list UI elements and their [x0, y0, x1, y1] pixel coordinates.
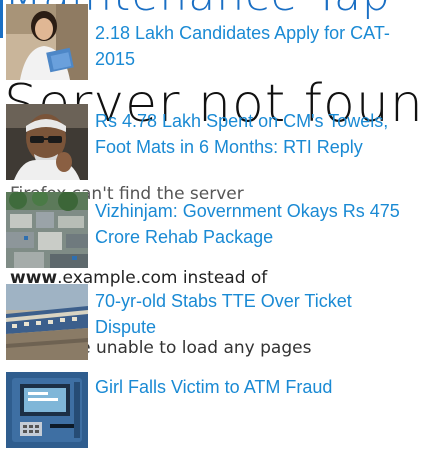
- news-item-atm-fraud[interactable]: Girl Falls Victim to ATM Fraud: [6, 372, 424, 450]
- coastal-village-photo-icon[interactable]: [6, 192, 88, 268]
- news-item-tte-stabbing[interactable]: 70-yr-old Stabs TTE Over Ticket Dispute: [6, 284, 424, 362]
- atm-photo-icon[interactable]: [6, 372, 88, 448]
- news-item-cm-towels[interactable]: Rs 4.78 Lakh Spent on CM's Towels, Foot …: [6, 104, 424, 182]
- news-headline-link[interactable]: Girl Falls Victim to ATM Fraud: [95, 374, 417, 400]
- news-item-cat-2015[interactable]: 2.18 Lakh Candidates Apply for CAT-2015: [6, 4, 424, 82]
- news-headline-link[interactable]: Vizhinjam: Government Okays Rs 475 Crore…: [95, 198, 417, 250]
- student-photo-icon[interactable]: [6, 4, 88, 80]
- news-headline-link[interactable]: Rs 4.78 Lakh Spent on CM's Towels, Foot …: [95, 108, 417, 160]
- news-headline-link[interactable]: 2.18 Lakh Candidates Apply for CAT-2015: [95, 20, 417, 72]
- news-headline-link[interactable]: 70-yr-old Stabs TTE Over Ticket Dispute: [95, 288, 417, 340]
- train-photo-icon[interactable]: [6, 284, 88, 360]
- news-item-vizhinjam[interactable]: Vizhinjam: Government Okays Rs 475 Crore…: [6, 192, 424, 270]
- news-list: 2.18 Lakh Candidates Apply for CAT-2015 …: [0, 0, 424, 450]
- politician-photo-icon[interactable]: [6, 104, 88, 180]
